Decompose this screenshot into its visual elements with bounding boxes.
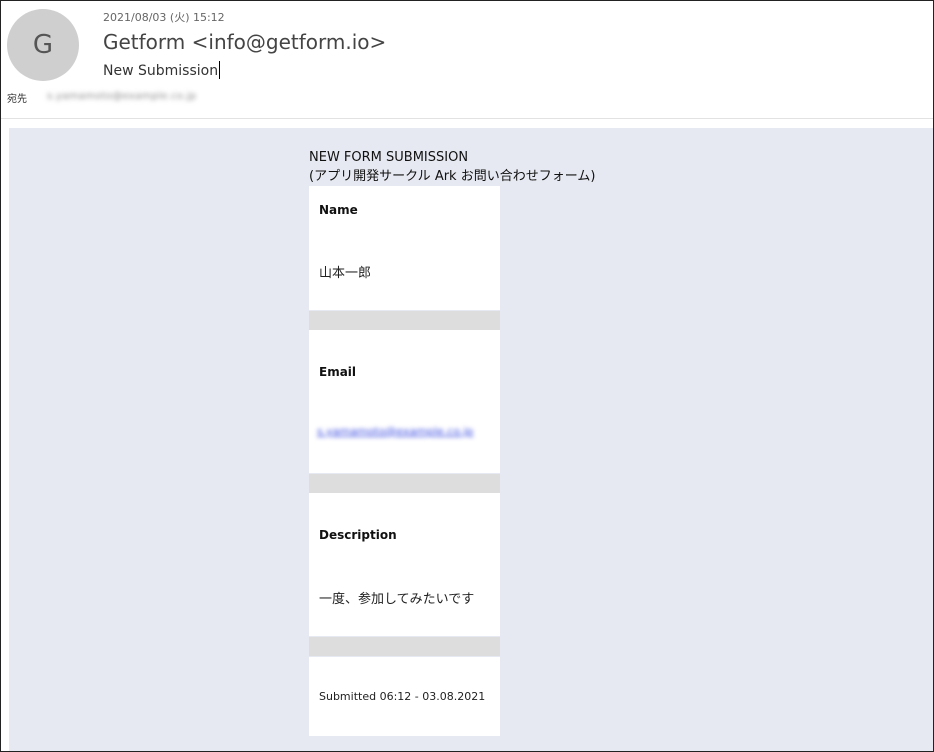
- field-label-name: Name: [319, 203, 358, 217]
- to-recipient[interactable]: s.yamamoto@example.co.jp: [47, 91, 196, 102]
- sender-avatar[interactable]: G: [7, 9, 79, 81]
- email-subject[interactable]: New Submission: [103, 61, 221, 79]
- to-label: 宛先: [7, 94, 27, 105]
- field-card-name: Name 山本一郎: [309, 186, 500, 310]
- field-card-description: Description 一度、参加してみたいです: [309, 493, 500, 636]
- form-title-sub: (アプリ開発サークル Ark お問い合わせフォーム): [309, 169, 596, 184]
- field-separator: [309, 637, 500, 656]
- field-value-email-link[interactable]: s.yamamoto@example.co.jp: [317, 425, 473, 438]
- form-title: NEW FORM SUBMISSION (アプリ開発サークル Ark お問い合わ…: [309, 148, 595, 186]
- email-datetime: 2021/08/03 (火) 15:12: [103, 11, 225, 24]
- field-value-name: 山本一郎: [319, 266, 372, 281]
- field-label-email: Email: [319, 365, 357, 379]
- submitted-card: Submitted 06:12 - 03.08.2021: [309, 657, 500, 736]
- field-label-description: Description: [319, 528, 397, 542]
- text-cursor: [219, 61, 221, 79]
- email-window: G 2021/08/03 (火) 15:12 Getform <info@get…: [0, 0, 934, 752]
- field-card-email: Email s.yamamoto@example.co.jp: [309, 330, 500, 473]
- field-value-description: 一度、参加してみたいです: [319, 592, 475, 607]
- email-sender[interactable]: Getform <info@getform.io>: [103, 30, 386, 54]
- field-separator: [309, 311, 500, 330]
- field-separator: [309, 474, 500, 493]
- header-divider: [1, 118, 933, 119]
- email-body: NEW FORM SUBMISSION (アプリ開発サークル Ark お問い合わ…: [9, 128, 933, 751]
- form-title-main: NEW FORM SUBMISSION: [309, 150, 469, 165]
- submitted-timestamp: Submitted 06:12 - 03.08.2021: [319, 690, 486, 703]
- subject-text: New Submission: [103, 63, 219, 79]
